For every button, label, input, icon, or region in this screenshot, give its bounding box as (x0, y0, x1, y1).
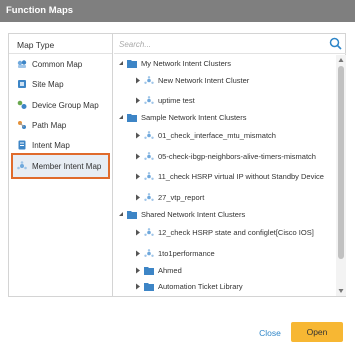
map-type-label: Intent Map (32, 140, 70, 150)
expand-arrow-icon[interactable] (135, 266, 141, 274)
tree-item-check-hsrp-state[interactable]: 12_check HSRP state and configlet[Cisco … (135, 225, 314, 239)
dialog-body: Map Type Common Map Site Map Device Grou… (8, 33, 346, 297)
tree-folder-shared-network-intent-clusters[interactable]: Shared Network Intent Clusters (118, 207, 245, 221)
map-type-label: Site Map (32, 79, 64, 89)
expand-arrow-icon[interactable] (135, 152, 141, 160)
map-type-panel: Map Type Common Map Site Map Device Grou… (9, 34, 113, 296)
expand-arrow-icon[interactable] (135, 249, 141, 257)
tree-label: Sample Network Intent Clusters (141, 112, 247, 122)
map-type-path-map[interactable]: Path Map (14, 117, 110, 133)
expand-arrow-icon[interactable] (135, 193, 141, 201)
collapse-arrow-icon[interactable] (118, 113, 124, 121)
tree-label: Automation Ticket Library (158, 281, 243, 291)
tree-folder-my-network-intent-clusters[interactable]: My Network Intent Clusters (118, 56, 231, 70)
path-map-icon (18, 121, 26, 129)
tree-label: New Network Intent Cluster (158, 75, 250, 85)
tree-label: 11_check HSRP virtual IP without Standby… (158, 171, 324, 181)
tree-item-check-ibgp-neighbors[interactable]: 05-check-ibgp-neighbors-alive-timers-mis… (135, 149, 316, 163)
scroll-up-icon[interactable] (338, 57, 344, 63)
tree-item-check-hsrp-virtual-ip[interactable]: 11_check HSRP virtual IP without Standby… (135, 169, 324, 183)
tree-item-new-network-intent-cluster[interactable]: New Network Intent Cluster (135, 73, 249, 87)
intent-cluster-icon (144, 192, 154, 201)
tree-label: My Network Intent Clusters (141, 58, 232, 68)
folder-icon (144, 282, 154, 291)
map-type-intent-map[interactable]: Intent Map (14, 137, 110, 153)
collapse-arrow-icon[interactable] (118, 59, 124, 67)
tree-label: 01_check_interface_mtu_mismatch (158, 130, 276, 140)
intent-cluster-icon (144, 171, 154, 180)
tree-label: 05-check-ibgp-neighbors-alive-timers-mis… (158, 151, 316, 161)
map-type-label: Member Intent Map (32, 161, 102, 171)
expand-arrow-icon[interactable] (135, 282, 141, 290)
folder-icon (127, 113, 137, 122)
map-type-label: Common Map (32, 59, 83, 69)
collapse-arrow-icon[interactable] (118, 210, 124, 218)
map-type-site-map[interactable]: Site Map (14, 76, 110, 92)
map-tree: My Network Intent Clusters New Network I… (114, 55, 334, 296)
tree-scrollbar[interactable] (336, 55, 346, 296)
member-intent-map-icon (17, 161, 27, 170)
folder-icon (127, 210, 137, 219)
map-type-member-intent-map[interactable]: Member Intent Map (11, 153, 110, 179)
tree-item-uptime-test[interactable]: uptime test (135, 93, 195, 107)
common-map-icon (17, 60, 27, 68)
intent-map-icon (18, 140, 26, 150)
map-type-label: Path Map (32, 120, 67, 130)
scrollbar-thumb[interactable] (338, 66, 344, 259)
tree-item-1to1performance[interactable]: 1to1performance (135, 246, 215, 260)
search-icon[interactable] (329, 37, 342, 50)
expand-arrow-icon[interactable] (135, 228, 141, 236)
tree-label: Ahmed (158, 265, 182, 275)
expand-arrow-icon[interactable] (135, 76, 141, 84)
expand-arrow-icon[interactable] (135, 172, 141, 180)
expand-arrow-icon[interactable] (135, 131, 141, 139)
intent-cluster-icon (144, 75, 154, 84)
intent-cluster-icon (144, 95, 154, 104)
tree-label: 1to1performance (158, 248, 215, 258)
tree-label: Shared Network Intent Clusters (141, 209, 246, 219)
intent-cluster-icon (144, 151, 154, 160)
search-input[interactable] (119, 37, 324, 51)
map-browser-panel: My Network Intent Clusters New Network I… (114, 34, 346, 296)
intent-cluster-icon (144, 248, 154, 257)
tree-folder-ahmed[interactable]: Ahmed (135, 263, 182, 277)
intent-cluster-icon (144, 227, 154, 236)
map-type-common-map[interactable]: Common Map (14, 56, 110, 72)
device-group-map-icon (17, 100, 27, 109)
folder-icon (144, 266, 154, 275)
scroll-down-icon[interactable] (338, 288, 344, 294)
tree-item-vtp-report[interactable]: 27_vtp_report (135, 190, 204, 204)
tree-folder-sample-network-intent-clusters[interactable]: Sample Network Intent Clusters (118, 110, 246, 124)
divider (9, 53, 112, 54)
tree-label: uptime test (158, 95, 195, 105)
intent-cluster-icon (144, 130, 154, 139)
tree-item-check-interface-mtu-mismatch[interactable]: 01_check_interface_mtu_mismatch (135, 128, 276, 142)
folder-icon (127, 59, 137, 68)
open-button[interactable]: Open (291, 322, 343, 342)
tree-label: 12_check HSRP state and configlet[Cisco … (158, 227, 314, 237)
map-type-device-group-map[interactable]: Device Group Map (14, 97, 110, 113)
expand-arrow-icon[interactable] (135, 96, 141, 104)
tree-label: 27_vtp_report (158, 192, 205, 202)
search-bar (114, 34, 346, 54)
close-button[interactable]: Close (254, 324, 286, 342)
site-map-icon (18, 80, 26, 88)
tree-folder-automation-ticket-library[interactable]: Automation Ticket Library (135, 279, 243, 293)
dialog-title: Function Maps (6, 5, 74, 16)
map-type-heading: Map Type (17, 40, 55, 50)
dialog-titlebar: Function Maps (0, 0, 355, 22)
map-type-label: Device Group Map (32, 100, 99, 110)
